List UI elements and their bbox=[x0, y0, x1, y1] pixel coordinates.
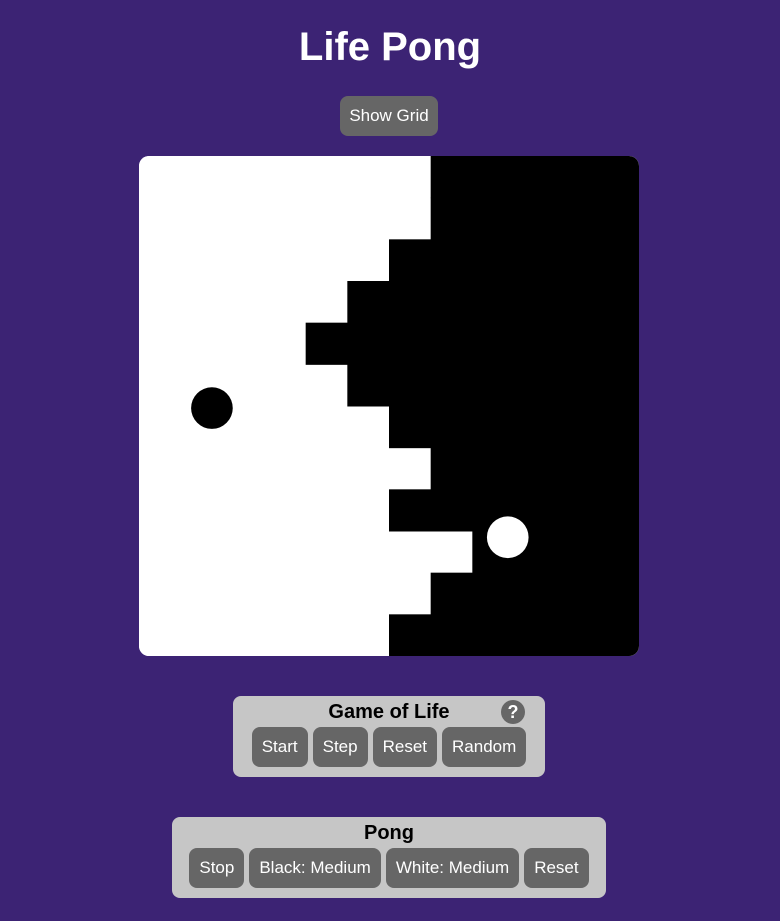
gol-step-button[interactable]: Step bbox=[312, 727, 368, 767]
board-canvas[interactable] bbox=[139, 156, 639, 656]
help-icon[interactable]: ? bbox=[501, 700, 525, 724]
black-territory-row bbox=[389, 239, 639, 282]
black-territory-row bbox=[347, 364, 639, 407]
show-grid-button[interactable]: Show Grid bbox=[340, 96, 438, 136]
black-ball bbox=[191, 387, 233, 429]
black-territory-row bbox=[430, 197, 639, 240]
pong-panel: Pong Stop Black: Medium White: Medium Re… bbox=[172, 817, 606, 898]
game-of-life-title: Game of Life bbox=[328, 701, 450, 723]
black-territory-row bbox=[389, 406, 639, 449]
game-of-life-panel: Game of Life ? Start Step Reset Random bbox=[233, 696, 545, 777]
black-territory-row bbox=[430, 156, 639, 199]
gol-reset-button[interactable]: Reset bbox=[372, 727, 438, 767]
black-territory-row bbox=[347, 281, 639, 324]
black-territory-row bbox=[389, 614, 639, 656]
pong-title: Pong bbox=[364, 822, 414, 844]
game-board[interactable] bbox=[139, 156, 639, 656]
black-territory-row bbox=[305, 322, 639, 365]
gol-random-button[interactable]: Random bbox=[442, 727, 527, 767]
white-speed-button[interactable]: White: Medium bbox=[385, 848, 520, 888]
pong-stop-button[interactable]: Stop bbox=[189, 848, 245, 888]
black-speed-button[interactable]: Black: Medium bbox=[249, 848, 381, 888]
black-territory-row bbox=[430, 572, 639, 615]
pong-reset-button[interactable]: Reset bbox=[524, 848, 589, 888]
white-ball bbox=[486, 516, 529, 559]
gol-start-button[interactable]: Start bbox=[251, 727, 308, 767]
page-title: Life Pong bbox=[298, 25, 482, 69]
black-territory-row bbox=[430, 447, 639, 490]
